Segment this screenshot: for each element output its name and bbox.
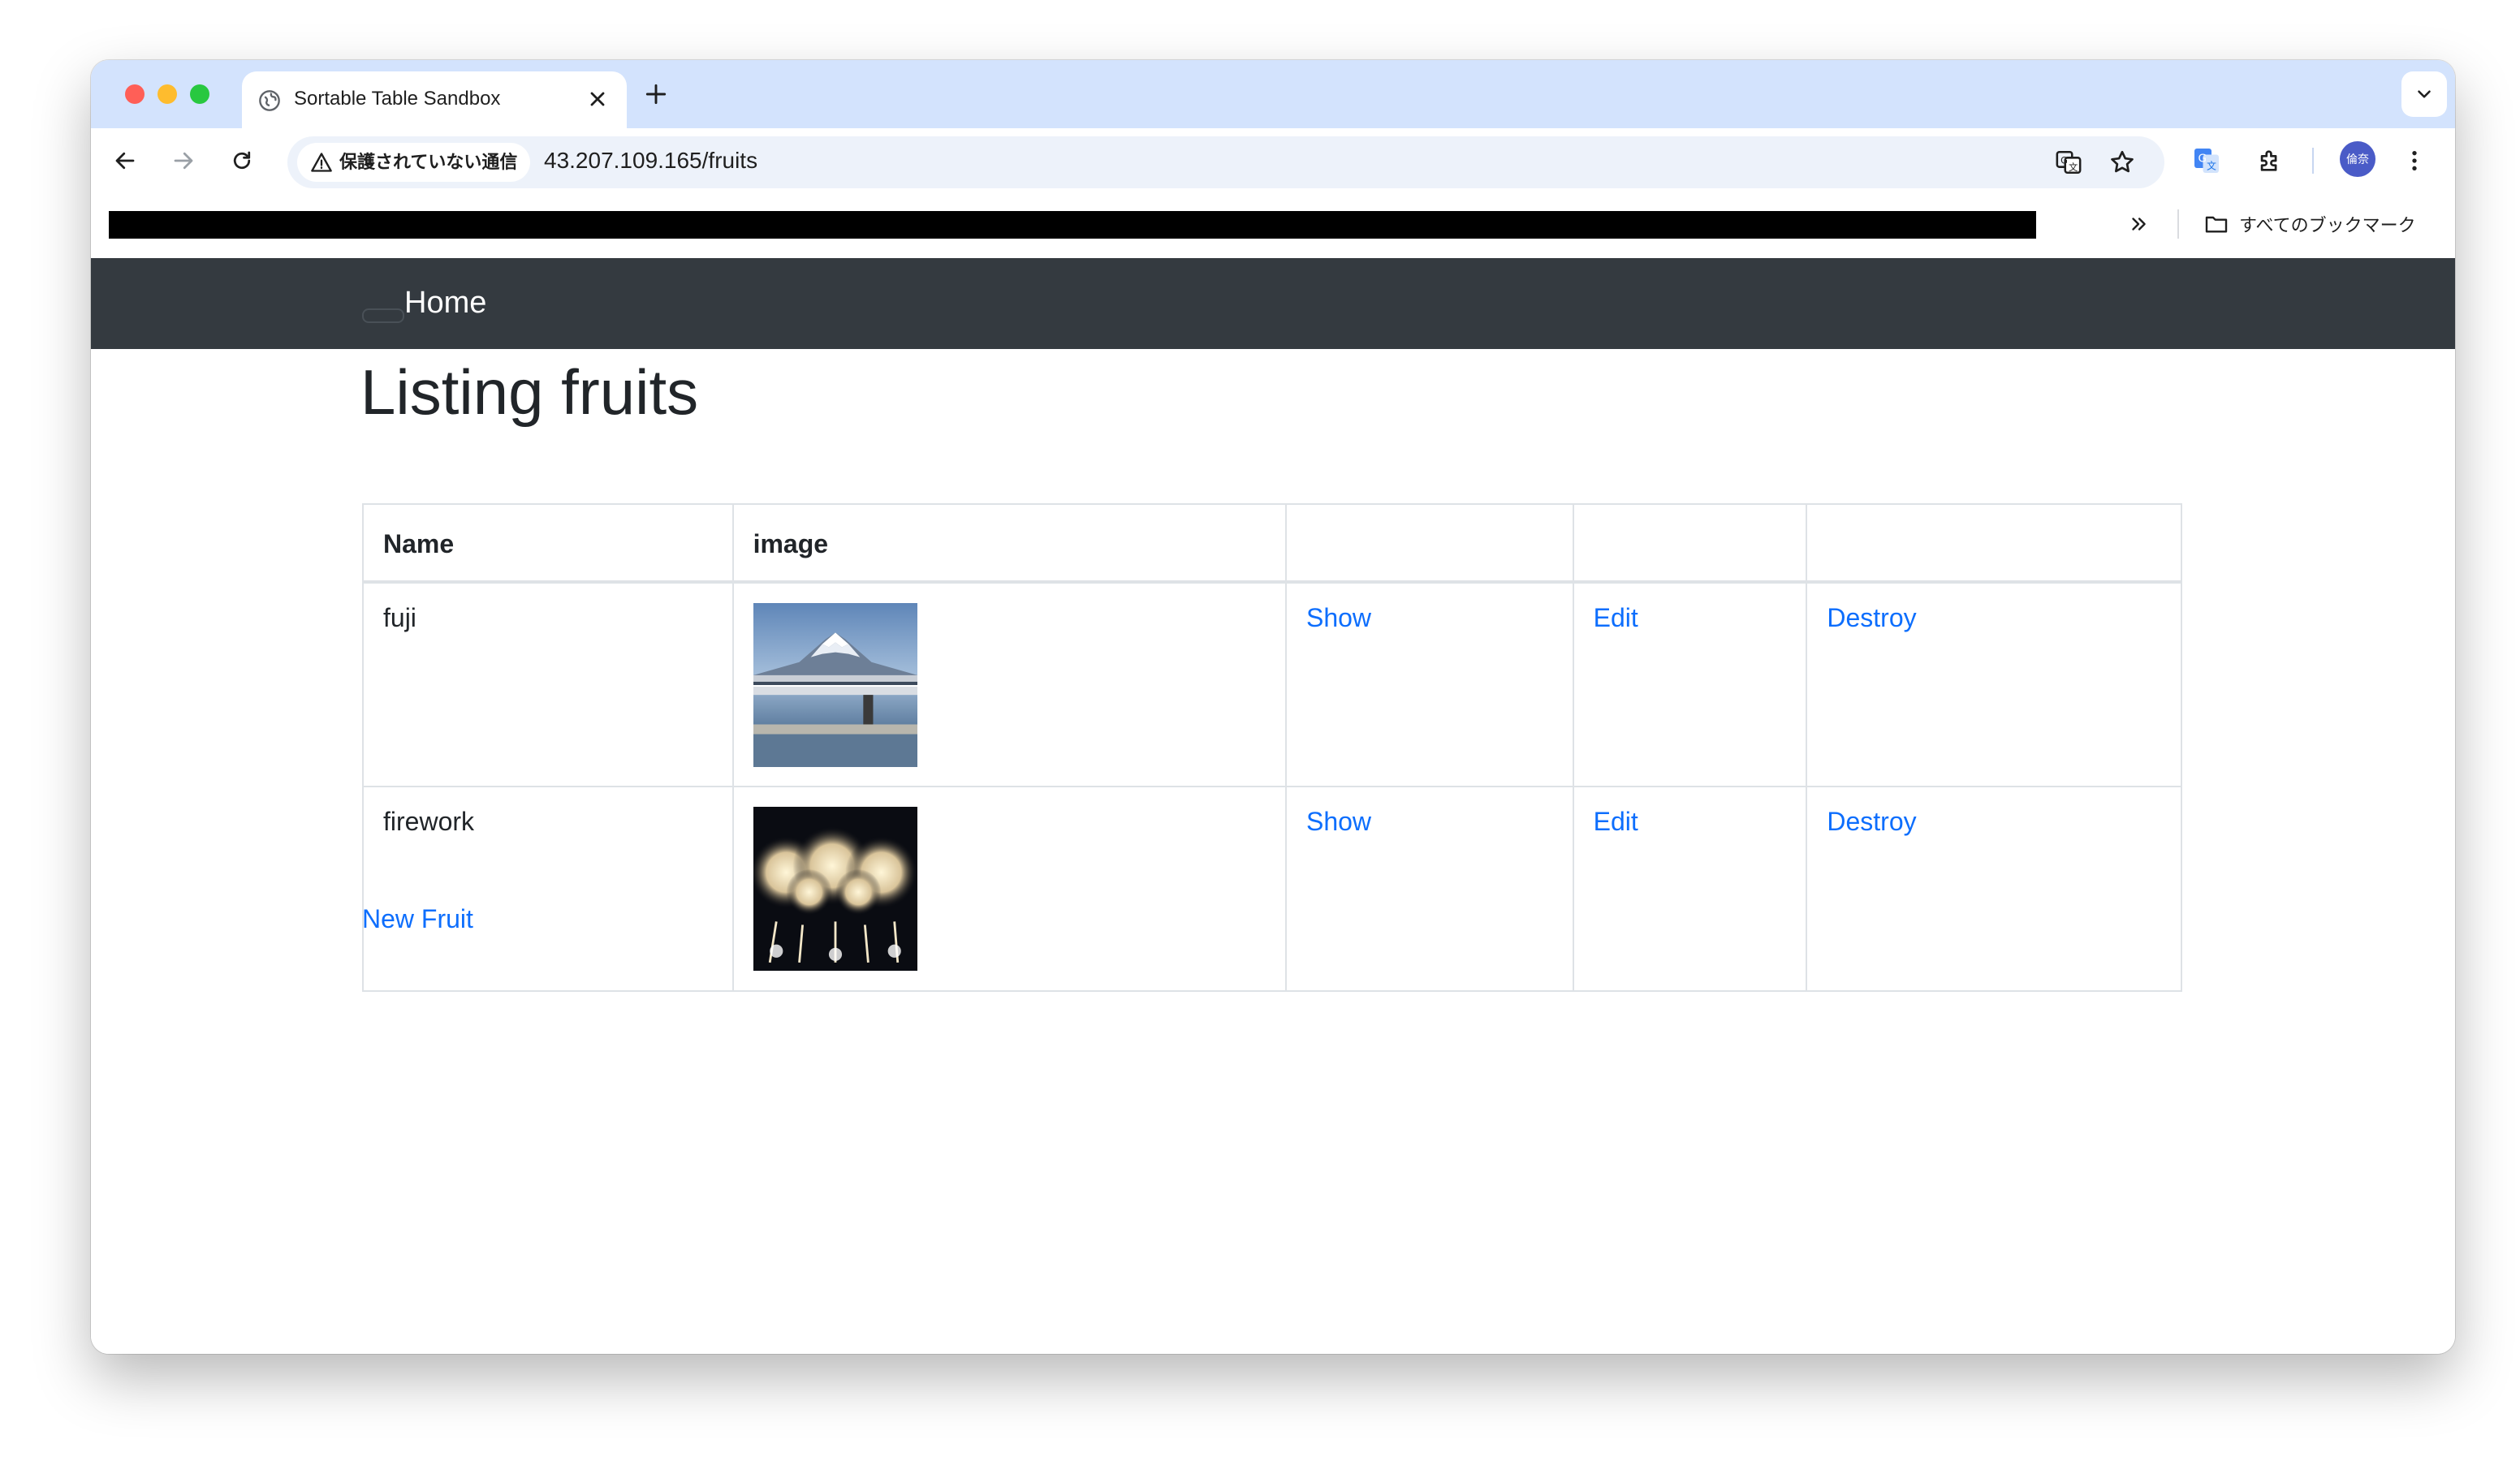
fruit-image-cell — [731, 581, 1287, 787]
fruit-image — [753, 807, 917, 971]
double-chevron-right-icon — [2132, 218, 2146, 231]
reload-button[interactable] — [226, 144, 258, 177]
column-header-destroy — [1806, 503, 2182, 583]
warning-icon — [311, 153, 332, 172]
browser-tab-active[interactable]: Sortable Table Sandbox — [242, 71, 627, 128]
column-header-edit — [1572, 503, 1808, 583]
puzzle-icon — [2260, 150, 2277, 171]
globe-icon — [259, 90, 280, 111]
destroy-cell: Destroy — [1806, 786, 2182, 992]
show-link[interactable]: Show — [1306, 807, 1371, 836]
back-button[interactable] — [109, 144, 141, 177]
translate-icon: G 文 — [2056, 150, 2082, 175]
show-link[interactable]: Show — [1306, 603, 1371, 632]
navbar: Home — [91, 258, 2455, 349]
arrow-left-icon — [115, 152, 135, 170]
reload-icon — [233, 151, 251, 170]
window-maximize-button[interactable] — [190, 84, 209, 104]
close-icon[interactable] — [586, 88, 609, 110]
translate-button[interactable]: G 文 — [2052, 146, 2085, 179]
tab-title: Sortable Table Sandbox — [294, 88, 501, 110]
security-chip[interactable]: 保護されていない通信 — [297, 143, 531, 182]
new-fruit-link[interactable]: New Fruit — [362, 904, 473, 934]
table-row: fuji Show Edit Destroy — [362, 581, 2182, 787]
arrow-right-icon — [174, 152, 193, 170]
column-header-show — [1284, 503, 1574, 583]
more-menu-button[interactable] — [2398, 144, 2431, 177]
fruit-image — [753, 603, 917, 767]
tab-search-button[interactable] — [2401, 71, 2447, 117]
show-cell: Show — [1284, 786, 1574, 992]
edit-link[interactable]: Edit — [1594, 603, 1638, 632]
destroy-link[interactable]: Destroy — [1827, 603, 1916, 632]
browser-toolbar: 保護されていない通信 43.207.109.165/fruits G 文 G 文… — [91, 128, 2455, 193]
bookmark-star-button[interactable] — [2106, 146, 2138, 179]
all-bookmarks-label: すべてのブックマーク — [2239, 215, 2416, 235]
fruits-table: Name image fuji Show Edit Destroy firewo… — [362, 503, 2182, 992]
browser-window: Sortable Table Sandbox 保護されていない通信 43.207… — [91, 60, 2455, 1354]
table-row: firework Show Edit Destroy — [362, 786, 2182, 992]
all-bookmarks-button[interactable]: すべてのブックマーク — [2203, 208, 2416, 240]
google-translate-extension-button[interactable]: G 文 — [2190, 144, 2223, 177]
window-close-button[interactable] — [125, 84, 145, 104]
star-icon — [2111, 150, 2134, 173]
window-minimize-button[interactable] — [158, 84, 177, 104]
folder-icon — [2205, 216, 2228, 233]
security-label: 保護されていない通信 — [339, 152, 518, 172]
table-header-row: Name image — [362, 503, 2182, 583]
fruit-image-cell — [731, 786, 1287, 992]
bookmarks-bar: すべてのブックマーク — [91, 193, 2455, 258]
tab-strip: Sortable Table Sandbox — [91, 60, 2455, 128]
page-title: Listing fruits — [360, 356, 699, 428]
column-header-image: image — [731, 503, 1287, 583]
fruit-name: fuji — [362, 581, 734, 787]
more-vertical-icon — [2412, 151, 2417, 170]
edit-link[interactable]: Edit — [1594, 807, 1638, 836]
svg-text:文: 文 — [2069, 162, 2078, 173]
url-text[interactable]: 43.207.109.165/fruits — [544, 148, 757, 174]
navbar-toggler[interactable] — [362, 308, 404, 323]
edit-cell: Edit — [1572, 786, 1808, 992]
destroy-link[interactable]: Destroy — [1827, 807, 1916, 836]
svg-text:G: G — [2060, 154, 2068, 166]
edit-cell: Edit — [1572, 581, 1808, 787]
forward-button[interactable] — [167, 144, 200, 177]
google-translate-icon: G 文 — [2194, 149, 2219, 173]
redacted-bookmarks — [109, 211, 2036, 239]
show-cell: Show — [1284, 581, 1574, 787]
new-tab-icon[interactable] — [643, 81, 669, 107]
page-content: Home Listing fruits Name image fuji Show… — [91, 258, 2455, 1354]
address-bar[interactable]: 保護されていない通信 43.207.109.165/fruits G 文 — [287, 136, 2164, 188]
nav-home-link[interactable]: Home — [404, 286, 486, 321]
destroy-cell: Destroy — [1806, 581, 2182, 787]
svg-text:G: G — [2199, 153, 2207, 166]
bookmarks-overflow-button[interactable] — [2124, 209, 2153, 239]
bookmarks-separator — [2177, 209, 2179, 239]
profile-avatar[interactable]: 倫奈 — [2340, 141, 2375, 177]
svg-text:文: 文 — [2207, 160, 2216, 172]
extensions-button[interactable] — [2254, 144, 2286, 177]
fruit-name: firework — [362, 786, 734, 992]
column-header-name: Name — [362, 503, 734, 583]
toolbar-separator — [2312, 148, 2314, 174]
chevron-down-icon — [2418, 90, 2431, 98]
